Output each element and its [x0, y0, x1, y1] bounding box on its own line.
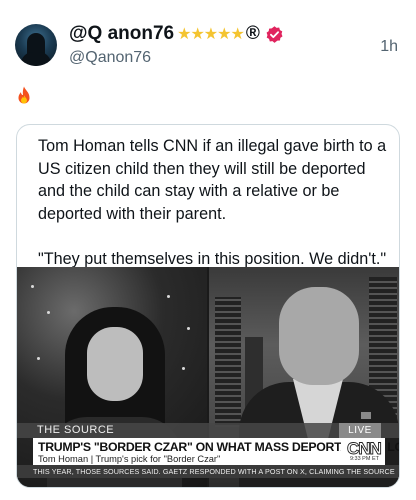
fire-icon — [18, 86, 30, 104]
background-light — [47, 311, 50, 314]
broadcast-time: 9:33 PM ET — [349, 456, 379, 462]
flag-pin — [361, 412, 371, 419]
background-light — [187, 327, 190, 330]
star-emojis: ★★★★★ — [177, 26, 245, 43]
anchor-face — [87, 327, 143, 401]
avatar[interactable] — [15, 24, 57, 66]
quoted-post-card[interactable]: Tom Homan tells CNN if an illegal gave b… — [16, 124, 400, 488]
video-thumbnail[interactable]: THE SOURCE LIVE TRUMP'S "BORDER CZAR" ON… — [17, 267, 399, 487]
display-name[interactable]: @Q anon76 — [69, 23, 174, 45]
verified-badge-icon — [266, 25, 283, 43]
live-badge: LIVE — [339, 423, 381, 438]
registered-mark: ® — [245, 23, 260, 44]
guest-figure — [279, 287, 359, 385]
quote-paragraph: Tom Homan tells CNN if an illegal gave b… — [38, 137, 387, 223]
news-ticker: THIS YEAR, THOSE SOURCES SAID. GAETZ RES… — [17, 465, 399, 478]
post: @Q anon76 ★★★★★ ® @Qanon76 1h Tom Homan … — [0, 0, 416, 500]
chyron: TRUMP'S "BORDER CZAR" ON WHAT MASS DEPOR… — [33, 438, 399, 465]
background-building — [215, 297, 241, 427]
show-bar: THE SOURCE LIVE — [17, 423, 399, 438]
quote-text: Tom Homan tells CNN if an illegal gave b… — [38, 135, 388, 270]
post-timestamp[interactable]: 1h — [380, 38, 398, 56]
post-body — [16, 86, 32, 112]
author-name-row: @Q anon76 ★★★★★ ® — [69, 22, 284, 46]
background-light — [182, 367, 185, 370]
background-light — [37, 357, 40, 360]
ticker-text: THIS YEAR, THOSE SOURCES SAID. GAETZ RES… — [33, 467, 395, 476]
avatar-shoulders — [21, 52, 51, 66]
show-name: THE SOURCE — [37, 424, 115, 436]
chyron-subline: Tom Homan | Trump's pick for "Border Cza… — [38, 454, 221, 464]
background-light — [167, 295, 170, 298]
background-light — [31, 285, 34, 288]
author-handle[interactable]: @Qanon76 — [69, 49, 151, 67]
